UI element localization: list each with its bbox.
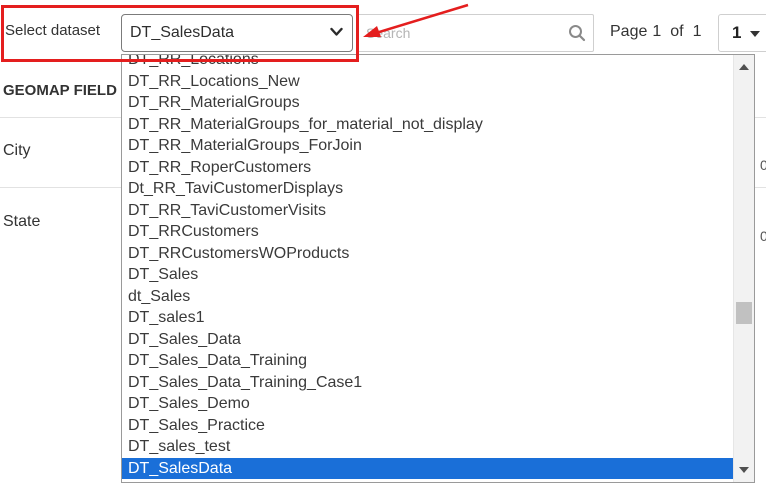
annotation-arrow-icon xyxy=(363,3,469,37)
